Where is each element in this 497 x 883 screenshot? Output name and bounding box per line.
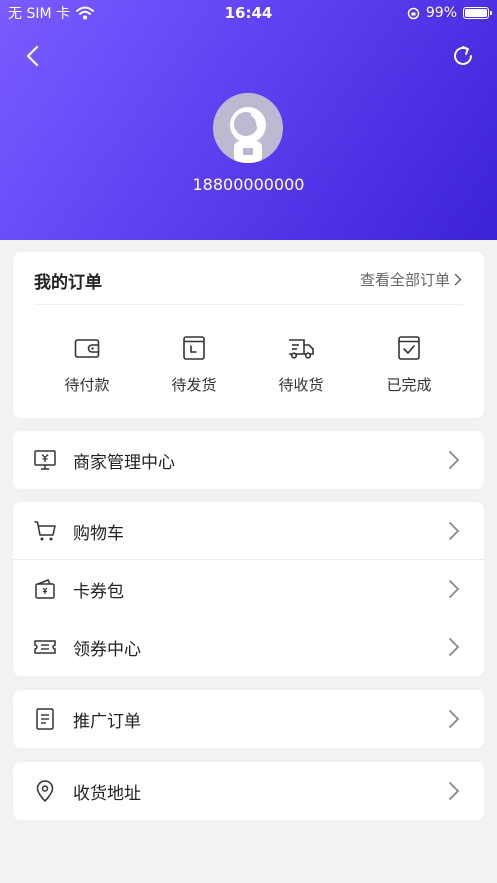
phone-number: 18800000000 bbox=[192, 175, 305, 194]
chevron-right-icon bbox=[454, 273, 462, 286]
ticket-icon bbox=[34, 640, 56, 654]
coupon-bag-icon bbox=[35, 579, 55, 599]
menu-item-merchant-center[interactable]: 商家管理中心 bbox=[13, 431, 484, 489]
avatar[interactable] bbox=[213, 93, 283, 163]
order-status-pending-payment[interactable]: 待付款 bbox=[47, 334, 127, 395]
menu-item-label: 购物车 bbox=[73, 523, 124, 544]
refresh-button[interactable] bbox=[451, 44, 475, 68]
status-bar: 无 SIM 卡 16:44 99% bbox=[0, 0, 497, 26]
shopping-card: 购物车 卡券包 领券中心 bbox=[13, 502, 484, 676]
order-status-label: 已完成 bbox=[386, 376, 432, 394]
chevron-right-icon bbox=[449, 580, 460, 598]
cart-icon bbox=[34, 521, 56, 541]
divider bbox=[34, 304, 463, 305]
orders-card: 我的订单 查看全部订单 待付款 待发货 待收货 已完成 bbox=[13, 252, 484, 418]
orientation-lock-icon bbox=[407, 7, 420, 19]
battery-icon bbox=[463, 7, 492, 19]
merchant-card: 商家管理中心 bbox=[13, 431, 484, 489]
menu-item-label: 领券中心 bbox=[73, 639, 141, 660]
order-status-completed[interactable]: 已完成 bbox=[369, 334, 449, 395]
promotion-card: 推广订单 bbox=[13, 690, 484, 748]
wifi-icon bbox=[76, 6, 94, 20]
menu-item-promo-orders[interactable]: 推广订单 bbox=[13, 690, 484, 748]
clock-box-icon bbox=[183, 336, 205, 360]
truck-icon bbox=[289, 339, 314, 359]
order-status-label: 待收货 bbox=[278, 376, 324, 394]
menu-item-label: 商家管理中心 bbox=[73, 452, 175, 473]
menu-item-card-wallet[interactable]: 卡券包 bbox=[13, 560, 484, 618]
chevron-right-icon bbox=[449, 522, 460, 540]
chevron-right-icon bbox=[449, 638, 460, 656]
document-icon bbox=[36, 708, 54, 730]
menu-item-cart[interactable]: 购物车 bbox=[13, 502, 484, 560]
back-button[interactable] bbox=[22, 44, 46, 68]
menu-item-coupon-center[interactable]: 领券中心 bbox=[13, 618, 484, 676]
view-all-orders-label: 查看全部订单 bbox=[359, 271, 450, 289]
menu-item-shipping-address[interactable]: 收货地址 bbox=[13, 762, 484, 820]
menu-item-label: 推广订单 bbox=[73, 711, 141, 732]
order-status-pending-receipt[interactable]: 待收货 bbox=[261, 334, 341, 395]
menu-item-label: 卡券包 bbox=[73, 581, 124, 602]
view-all-orders-link[interactable]: 查看全部订单 bbox=[360, 269, 462, 290]
carrier-label: 无 SIM 卡 bbox=[8, 6, 70, 22]
battery-percent: 99% bbox=[425, 5, 457, 21]
check-box-icon bbox=[398, 336, 420, 360]
chevron-right-icon bbox=[449, 782, 460, 800]
monitor-yen-icon bbox=[34, 450, 56, 470]
order-status-pending-shipment[interactable]: 待发货 bbox=[154, 334, 234, 395]
address-card: 收货地址 bbox=[13, 762, 484, 820]
default-avatar-icon bbox=[213, 93, 283, 163]
chevron-right-icon bbox=[449, 710, 460, 728]
clock: 16:44 bbox=[224, 4, 273, 22]
chevron-right-icon bbox=[449, 451, 460, 469]
order-status-label: 待付款 bbox=[64, 376, 110, 394]
location-pin-icon bbox=[36, 780, 54, 803]
menu-item-label: 收货地址 bbox=[73, 783, 141, 804]
profile-header: 无 SIM 卡 16:44 99% 18800000000 bbox=[0, 0, 497, 240]
wallet-icon bbox=[74, 339, 100, 358]
orders-title: 我的订单 bbox=[34, 273, 102, 293]
order-status-label: 待发货 bbox=[171, 376, 217, 394]
